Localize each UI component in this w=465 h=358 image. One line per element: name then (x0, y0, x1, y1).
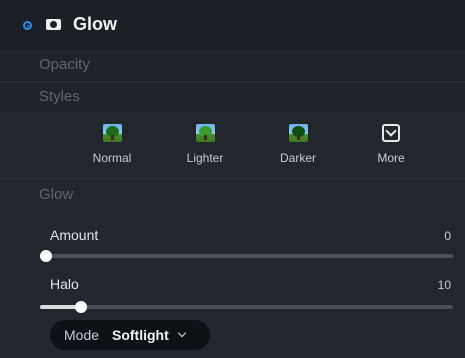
chevron-down-icon (177, 328, 187, 338)
halo-slider[interactable] (40, 301, 453, 313)
halo-value[interactable]: 10 (438, 278, 451, 292)
style-label: Darker (279, 151, 316, 165)
chevron-down-box-icon (382, 124, 400, 142)
styles-label: Styles (39, 88, 80, 105)
mode-value: Softlight (112, 327, 169, 343)
glow-section-label: Glow (39, 186, 74, 203)
amount-slider-thumb[interactable] (40, 250, 52, 262)
divider (0, 178, 465, 179)
style-darker[interactable]: Darker (258, 124, 338, 170)
opacity-label: Opacity (39, 56, 90, 73)
radio-selected-icon[interactable] (23, 21, 32, 30)
tree-thumbnail-icon (288, 124, 308, 142)
style-label: More (377, 151, 405, 165)
style-lighter[interactable]: Lighter (165, 124, 245, 170)
tree-thumbnail-icon (195, 124, 215, 142)
style-more[interactable]: More (351, 124, 431, 170)
panel-title: Glow (73, 14, 117, 34)
mode-label: Mode (64, 327, 100, 343)
glow-panel: Glow Opacity Styles Normal Lighter Darke… (0, 0, 465, 358)
mask-icon[interactable] (46, 19, 61, 30)
amount-slider[interactable] (40, 250, 453, 262)
amount-label: Amount (50, 227, 99, 243)
halo-label: Halo (50, 276, 79, 292)
amount-value[interactable]: 0 (444, 229, 451, 243)
tree-thumbnail-icon (102, 124, 122, 142)
halo-slider-thumb[interactable] (75, 301, 88, 313)
style-label: Lighter (186, 151, 224, 165)
blend-mode-dropdown[interactable]: Mode Softlight (50, 320, 210, 350)
style-label: Normal (92, 151, 132, 165)
style-normal[interactable]: Normal (72, 124, 152, 170)
panel-header[interactable]: Glow (0, 0, 465, 50)
